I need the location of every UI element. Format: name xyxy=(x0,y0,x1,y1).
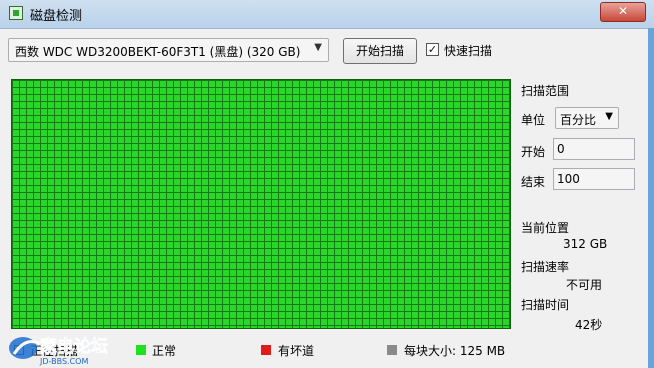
chevron-down-icon: ▼ xyxy=(314,42,322,53)
speed-label: 扫描速率 xyxy=(521,260,570,274)
unit-label: 单位 xyxy=(521,113,546,127)
app-icon xyxy=(9,6,23,20)
time-label: 扫描时间 xyxy=(521,298,570,312)
legend-block-size-swatch xyxy=(387,345,397,355)
end-label: 结束 xyxy=(521,175,546,189)
window-edge xyxy=(648,28,654,368)
chevron-down-icon: ▼ xyxy=(605,111,613,122)
end-input[interactable]: 100 xyxy=(553,168,635,190)
start-scan-button[interactable]: 开始扫描 xyxy=(343,38,417,64)
position-value: 312 GB xyxy=(563,237,608,251)
start-input-value: 0 xyxy=(557,142,565,156)
legend-normal-swatch xyxy=(136,345,146,355)
speed-value: 不可用 xyxy=(566,278,603,292)
start-label: 开始 xyxy=(521,145,546,159)
quick-scan-checkbox[interactable]: ✓ xyxy=(426,43,439,56)
legend-bad-label: 有坏道 xyxy=(278,344,315,358)
scan-range-heading: 扫描范围 xyxy=(521,84,570,98)
time-value: 42秒 xyxy=(575,318,603,332)
unit-select[interactable]: 百分比 ▼ xyxy=(555,107,619,129)
window-title: 磁盘检测 xyxy=(30,9,83,24)
watermark-text: 家电论坛 xyxy=(40,336,108,357)
disk-block-map xyxy=(11,79,511,329)
title-bar: 磁盘检测 ✕ xyxy=(0,0,654,29)
close-button[interactable]: ✕ xyxy=(600,2,646,22)
legend-block-size-label: 每块大小: 125 MB xyxy=(404,344,506,358)
end-input-value: 100 xyxy=(557,172,580,186)
position-label: 当前位置 xyxy=(521,221,570,235)
disk-select[interactable]: 西数 WDC WD3200BEKT-60F3T1 (黑盘) (320 GB) ▼ xyxy=(8,38,329,62)
forum-watermark-logo: 家电论坛 JD-BBS.COM xyxy=(9,336,108,366)
unit-select-value: 百分比 xyxy=(560,113,597,127)
legend-bad-swatch xyxy=(261,345,271,355)
disk-select-value: 西数 WDC WD3200BEKT-60F3T1 (黑盘) (320 GB) xyxy=(15,45,301,59)
start-input[interactable]: 0 xyxy=(553,138,635,160)
quick-scan-label: 快速扫描 xyxy=(444,44,493,58)
legend-normal-label: 正常 xyxy=(152,344,177,358)
watermark-url: JD-BBS.COM xyxy=(39,357,88,366)
